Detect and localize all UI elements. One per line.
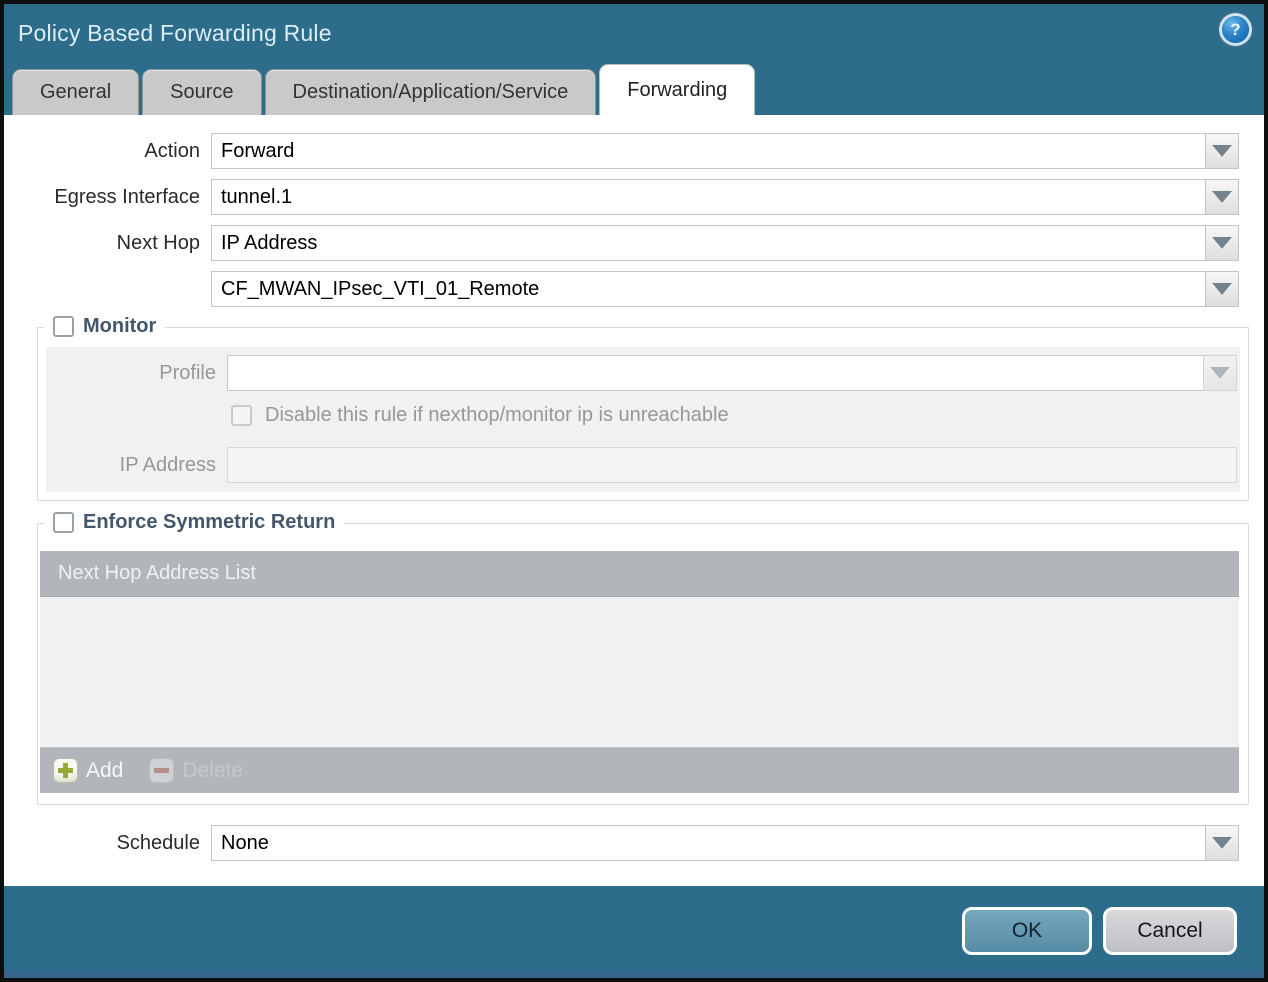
tab-source[interactable]: Source (142, 69, 262, 115)
schedule-dropdown-button[interactable] (1205, 825, 1239, 861)
action-value[interactable]: Forward (211, 133, 1205, 169)
plus-icon (53, 758, 78, 783)
add-button[interactable]: Add (53, 758, 123, 783)
dialog-footer: OK Cancel (4, 886, 1264, 978)
symmetric-return-checkbox[interactable] (53, 512, 74, 533)
schedule-combo: None (211, 825, 1239, 861)
dialog-title: Policy Based Forwarding Rule (18, 19, 332, 46)
action-label: Action (144, 139, 200, 162)
forwarding-tab-panel: Action Forward Egress Interface tunnel.1… (4, 115, 1264, 886)
action-dropdown-button[interactable] (1205, 133, 1239, 169)
monitor-legend: Monitor (44, 315, 166, 338)
action-combo: Forward (211, 133, 1239, 169)
chevron-down-icon (1212, 283, 1232, 295)
symmetric-return-group: Enforce Symmetric Return Next Hop Addres… (37, 511, 1249, 805)
chevron-down-icon (1212, 145, 1232, 157)
help-icon[interactable]: ? (1222, 16, 1249, 43)
next-hop-address-list-body[interactable] (40, 597, 1239, 747)
next-hop-value[interactable]: IP Address (211, 225, 1205, 261)
egress-interface-combo: tunnel.1 (211, 179, 1239, 215)
next-hop-combo: IP Address (211, 225, 1239, 261)
next-hop-label: Next Hop (116, 231, 200, 254)
symmetric-return-legend: Enforce Symmetric Return (44, 511, 345, 534)
monitor-profile-row: Profile (46, 355, 1237, 391)
next-hop-address-list-table: Next Hop Address List Add Delete (40, 551, 1239, 793)
monitor-profile-value (227, 355, 1203, 391)
delete-button: Delete (149, 758, 243, 783)
disable-rule-checkbox (231, 405, 252, 426)
symmetric-return-group-title: Enforce Symmetric Return (83, 511, 336, 533)
chevron-down-icon (1212, 237, 1232, 249)
next-hop-address-list-header-label: Next Hop Address List (58, 562, 256, 584)
next-hop-address-list-toolbar: Add Delete (40, 747, 1239, 793)
monitor-disable-rule-row: Disable this rule if nexthop/monitor ip … (231, 404, 729, 427)
tab-general[interactable]: General (12, 69, 140, 115)
next-hop-dropdown-button[interactable] (1205, 225, 1239, 261)
monitor-ip-address-label: IP Address (119, 453, 216, 476)
monitor-group-title: Monitor (83, 315, 157, 337)
egress-interface-dropdown-button[interactable] (1205, 179, 1239, 215)
next-hop-address-combo: CF_MWAN_IPsec_VTI_01_Remote (211, 271, 1239, 307)
minus-icon (149, 758, 175, 783)
add-button-label: Add (86, 758, 124, 782)
next-hop-address-row: CF_MWAN_IPsec_VTI_01_Remote (4, 271, 1264, 307)
monitor-profile-dropdown-button (1203, 355, 1237, 391)
policy-based-forwarding-dialog: Policy Based Forwarding Rule ? General S… (0, 0, 1268, 982)
help-glyph: ? (1230, 19, 1241, 39)
monitor-ip-address-input (227, 447, 1237, 483)
schedule-label: Schedule (116, 831, 200, 854)
egress-interface-value[interactable]: tunnel.1 (211, 179, 1205, 215)
tab-destination-application-service[interactable]: Destination/Application/Service (264, 69, 597, 115)
monitor-ip-address-row: IP Address (46, 447, 1237, 483)
chevron-down-icon (1210, 367, 1230, 379)
delete-button-label: Delete (182, 758, 244, 782)
dialog-titlebar: Policy Based Forwarding Rule ? (4, 4, 1264, 62)
monitor-profile-label: Profile (159, 361, 216, 384)
egress-interface-label: Egress Interface (54, 185, 200, 208)
chevron-down-icon (1212, 837, 1232, 849)
egress-interface-row: Egress Interface tunnel.1 (4, 179, 1264, 215)
disable-rule-label: Disable this rule if nexthop/monitor ip … (265, 404, 729, 426)
schedule-value[interactable]: None (211, 825, 1205, 861)
next-hop-row: Next Hop IP Address (4, 225, 1264, 261)
next-hop-address-dropdown-button[interactable] (1205, 271, 1239, 307)
cancel-button[interactable]: Cancel (1103, 907, 1237, 955)
monitor-profile-combo (227, 355, 1237, 391)
schedule-row: Schedule None (4, 825, 1264, 861)
monitor-group: Monitor Profile Disable this rule if nex… (37, 315, 1249, 501)
chevron-down-icon (1212, 191, 1232, 203)
action-row: Action Forward (4, 133, 1264, 169)
next-hop-address-value[interactable]: CF_MWAN_IPsec_VTI_01_Remote (211, 271, 1205, 307)
tab-bar: General Source Destination/Application/S… (4, 62, 1264, 115)
tab-forwarding[interactable]: Forwarding (599, 64, 756, 115)
footer-accent-strip (4, 971, 1264, 978)
monitor-group-body: Profile Disable this rule if nexthop/mon… (46, 347, 1240, 492)
next-hop-address-list-header: Next Hop Address List (40, 551, 1239, 597)
ok-button[interactable]: OK (962, 907, 1092, 955)
monitor-checkbox[interactable] (53, 316, 74, 337)
